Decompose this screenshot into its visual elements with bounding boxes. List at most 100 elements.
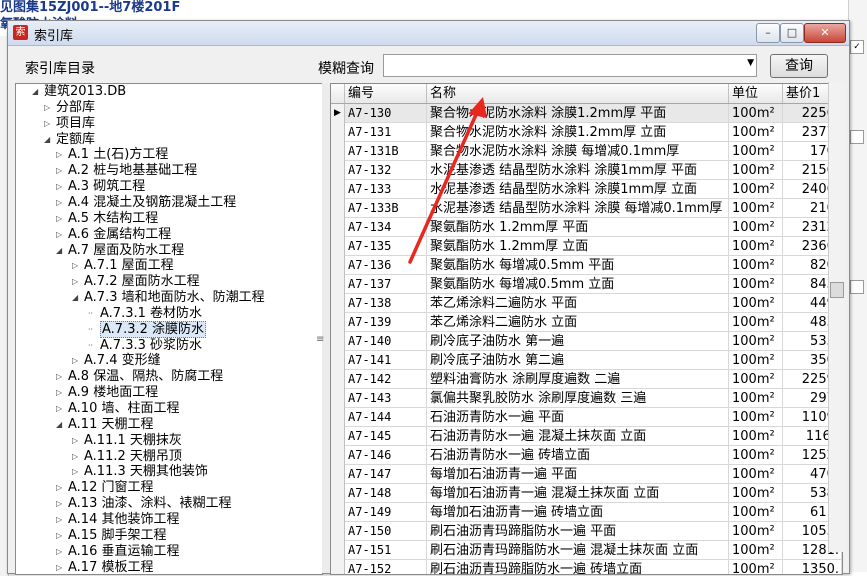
tree-item[interactable]: ▷ A.17 模板工程	[56, 560, 153, 574]
table-row[interactable]: A7-132 水泥基渗透 结晶型防水涂料 涂膜1mm厚 平面 100m² 2156.	[331, 161, 842, 180]
tree-item[interactable]: ▷ A.3 砌筑工程	[56, 179, 145, 195]
expanded-arrow-icon[interactable]: ◢	[32, 84, 44, 100]
tree-item[interactable]: ▷ A.1 土(石)方工程	[56, 147, 168, 163]
row-header[interactable]	[331, 351, 345, 370]
table-row[interactable]: A7-137 聚氨酯防水 每增减0.5mm 立面 100m² 843.	[331, 275, 842, 294]
search-button[interactable]: 查询	[770, 54, 828, 78]
collapsed-arrow-icon[interactable]: ▷	[72, 258, 84, 274]
row-header[interactable]	[331, 560, 345, 574]
tree-item[interactable]: ▷ A.8 保温、隔热、防腐工程	[56, 369, 223, 385]
column-header[interactable]: 编号	[345, 84, 427, 103]
row-header[interactable]	[331, 294, 345, 313]
tree-item[interactable]: ▷ A.7.1 屋面工程	[72, 258, 174, 274]
dropdown-arrow-icon[interactable]: ▼	[747, 58, 754, 68]
tree-item[interactable]: ▷ A.7.2 屋面防水工程	[72, 274, 200, 290]
table-row[interactable]: A7-133 水泥基渗透 结晶型防水涂料 涂膜1mm厚 立面 100m² 2406.	[331, 180, 842, 199]
table-row[interactable]: A7-141 刷冷底子油防水 第二遍 100m² 350.	[331, 351, 842, 370]
tree-item[interactable]: ◢ 建筑2013.DB	[32, 84, 126, 100]
table-row[interactable]: A7-133B 水泥基渗透 结晶型防水涂料 涂膜 每增减0.1mm厚 100m² 21…	[331, 199, 842, 218]
row-header[interactable]	[331, 389, 345, 408]
tree-item[interactable]: ▷ 项目库	[44, 116, 95, 132]
column-header[interactable]: 单位	[729, 84, 783, 103]
collapsed-arrow-icon[interactable]: ▷	[56, 385, 68, 401]
expanded-arrow-icon[interactable]: ◢	[56, 243, 68, 259]
table-row[interactable]: A7-147 每增加石油沥青一遍 平面 100m² 470.	[331, 465, 842, 484]
tree-item[interactable]: ◢ A.7.3 墙和地面防水、防潮工程	[72, 290, 265, 306]
row-header[interactable]	[331, 199, 345, 218]
tree-item[interactable]: ▷ A.13 油漆、涂料、裱糊工程	[56, 496, 231, 512]
table-row[interactable]: ▶ A7-130 聚合物水泥防水涂料 涂膜1.2mm厚 平面 100m² 2256.	[331, 104, 842, 123]
collapsed-arrow-icon[interactable]: ▷	[56, 496, 68, 512]
tree-item[interactable]: ▷ A.11.3 天棚其他装饰	[72, 464, 208, 480]
table-row[interactable]: A7-138 苯乙烯涂料二遍防水 平面 100m² 449.	[331, 294, 842, 313]
table-row[interactable]: A7-152 刷石油沥青玛蹄脂防水一遍 砖墙立面 100m² 1350.	[331, 560, 842, 574]
splitter-grip-icon[interactable]: ≡	[316, 334, 324, 345]
collapsed-arrow-icon[interactable]: ▷	[56, 227, 68, 243]
expanded-arrow-icon[interactable]: ◢	[72, 290, 84, 306]
row-header[interactable]	[331, 484, 345, 503]
tree-item[interactable]: ▷ A.15 脚手架工程	[56, 528, 166, 544]
row-header[interactable]	[331, 370, 345, 389]
table-row[interactable]: A7-150 刷石油沥青玛蹄脂防水一遍 平面 100m² 1053.	[331, 522, 842, 541]
scrollbar-thumb[interactable]	[830, 282, 844, 298]
tree-item[interactable]: ▷ A.4 混凝土及钢筋混凝土工程	[56, 195, 236, 211]
tree-item[interactable]: ▷ A.9 楼地面工程	[56, 385, 158, 401]
collapsed-arrow-icon[interactable]: ▷	[56, 195, 68, 211]
row-header[interactable]	[331, 332, 345, 351]
collapsed-arrow-icon[interactable]: ▷	[56, 544, 68, 560]
collapsed-arrow-icon[interactable]: ▷	[56, 528, 68, 544]
table-row[interactable]: A7-139 苯乙烯涂料二遍防水 立面 100m² 483.	[331, 313, 842, 332]
table-row[interactable]: A7-151 刷石油沥青玛蹄脂防水一遍 混凝土抹灰面 立面 100m² 1281.	[331, 541, 842, 560]
search-combo[interactable]: ▼	[383, 54, 757, 77]
row-header[interactable]	[331, 446, 345, 465]
expanded-arrow-icon[interactable]: ◢	[56, 417, 68, 433]
collapsed-arrow-icon[interactable]: ▷	[56, 369, 68, 385]
collapsed-arrow-icon[interactable]: ▷	[56, 211, 68, 227]
row-header[interactable]	[331, 256, 345, 275]
row-header[interactable]	[331, 237, 345, 256]
table-row[interactable]: A7-140 刷冷底子油防水 第一遍 100m² 535.	[331, 332, 842, 351]
row-header[interactable]	[331, 522, 345, 541]
collapsed-arrow-icon[interactable]: ▷	[72, 433, 84, 449]
collapsed-arrow-icon[interactable]: ▷	[56, 163, 68, 179]
row-header[interactable]	[331, 275, 345, 294]
collapsed-arrow-icon[interactable]: ▷	[56, 560, 68, 574]
tree-item[interactable]: ▷ A.5 木结构工程	[56, 211, 158, 227]
column-header[interactable]: 名称	[427, 84, 729, 103]
row-header[interactable]	[331, 142, 345, 161]
current-row-indicator-icon[interactable]: ▶	[331, 104, 345, 123]
table-row[interactable]: A7-134 聚氨酯防水 1.2mm厚 平面 100m² 2312.	[331, 218, 842, 237]
collapsed-arrow-icon[interactable]: ▷	[56, 401, 68, 417]
tree-item[interactable]: ·· A.7.3.2 涂膜防水	[88, 321, 207, 338]
table-row[interactable]: A7-131 聚合物水泥防水涂料 涂膜1.2mm厚 立面 100m² 2377.	[331, 123, 842, 142]
row-header[interactable]	[331, 408, 345, 427]
tree-item[interactable]: ▷ A.12 门窗工程	[56, 480, 153, 496]
tree-item[interactable]: ·· A.7.3.1 卷材防水	[88, 306, 202, 322]
catalog-tree[interactable]: ◢ 建筑2013.DB ▷ 分部库 ▷ 项目库 ◢ 定额库 ▷ A.1 土(石)方工程 ▷ A.2 桩…	[15, 83, 323, 575]
tree-item[interactable]: ▷ A.16 垂直运输工程	[56, 544, 179, 560]
tree-item[interactable]: ▷ A.10 墙、柱面工程	[56, 401, 179, 417]
collapsed-arrow-icon[interactable]: ▷	[44, 116, 56, 132]
table-row[interactable]: A7-136 聚氨酯防水 每增减0.5mm 平面 100m² 820.	[331, 256, 842, 275]
tree-item[interactable]: ▷ A.11.2 天棚吊顶	[72, 449, 182, 465]
row-header[interactable]	[331, 161, 345, 180]
tree-item[interactable]: ◢ 定额库	[44, 132, 95, 148]
tree-item[interactable]: ▷ 分部库	[44, 100, 95, 116]
tree-item[interactable]: ·· A.7.3.3 砂浆防水	[88, 338, 202, 354]
table-row[interactable]: A7-149 每增加石油沥青一遍 砖墙立面 100m² 611.	[331, 503, 842, 522]
row-header[interactable]	[331, 503, 345, 522]
table-row[interactable]: A7-142 塑料油膏防水 涂刷厚度遍数 二遍 100m² 2259.	[331, 370, 842, 389]
collapsed-arrow-icon[interactable]: ▷	[72, 464, 84, 480]
tree-item[interactable]: ◢ A.7 屋面及防水工程	[56, 243, 184, 259]
expanded-arrow-icon[interactable]: ◢	[44, 132, 56, 148]
row-header[interactable]	[331, 427, 345, 446]
tree-item[interactable]: ▷ A.11.1 天棚抹灰	[72, 433, 182, 449]
collapsed-arrow-icon[interactable]: ▷	[44, 100, 56, 116]
collapsed-arrow-icon[interactable]: ▷	[56, 480, 68, 496]
tree-item[interactable]: ▷ A.6 金属结构工程	[56, 227, 171, 243]
vertical-scrollbar[interactable]	[828, 82, 845, 552]
table-row[interactable]: A7-144 石油沥青防水一遍 平面 100m² 1109.	[331, 408, 842, 427]
quota-table[interactable]: 编号 名称 单位 基价1 ▶ A7-130 聚合物水泥防水涂料 涂膜1.2mm厚 平面 10…	[330, 83, 843, 575]
close-button[interactable]: ✕	[804, 23, 846, 43]
row-header[interactable]	[331, 313, 345, 332]
